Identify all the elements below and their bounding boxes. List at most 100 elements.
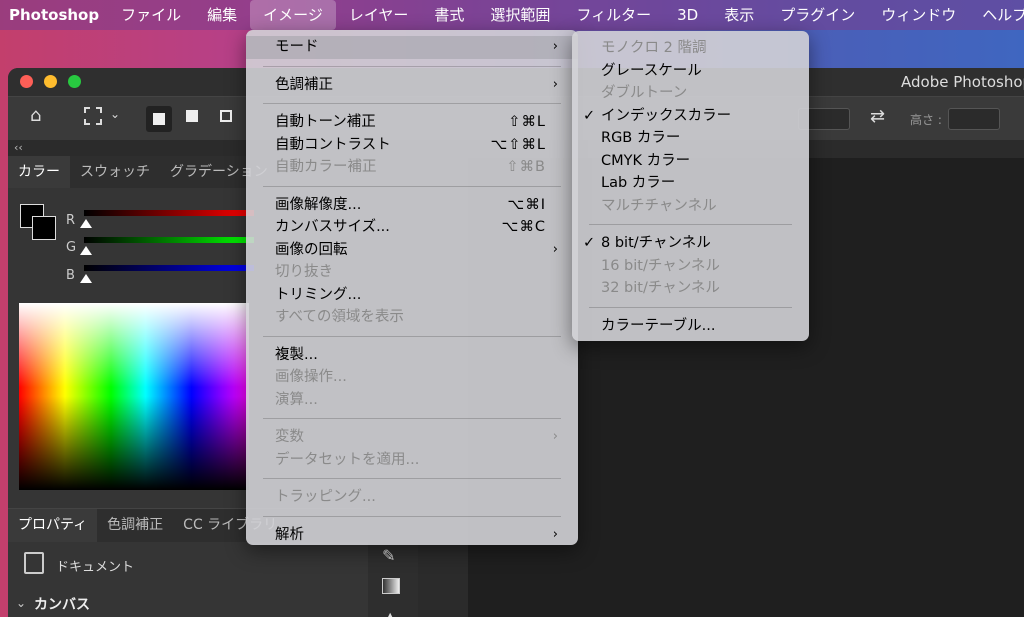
new-selection-icon[interactable] (146, 106, 172, 132)
swap-icon[interactable]: ⇄ (870, 106, 885, 127)
color-panel-tabs: カラー スウォッチ グラデーション (8, 156, 268, 188)
menu-help[interactable]: ヘルプ (969, 0, 1024, 30)
red-slider-thumb[interactable] (80, 219, 92, 228)
mode-menu-item[interactable]: CMYK カラー (572, 150, 809, 173)
image-menu-item[interactable]: モード › (246, 36, 578, 59)
mode-menu-item[interactable]: ✓ 8 bit/チャンネル (572, 232, 809, 255)
chevron-down-icon[interactable]: ⌄ (16, 596, 26, 610)
menu-select[interactable]: 選択範囲 (477, 0, 563, 30)
mode-menu-item-label: 8 bit/チャンネル (601, 235, 711, 251)
image-menu-item-label: 切り抜き (275, 264, 333, 280)
tab-adjustments[interactable]: 色調補正 (97, 509, 173, 542)
image-menu-item: すべての領域を表示 (246, 306, 578, 329)
image-menu-item[interactable]: 解析 › (246, 524, 578, 547)
zoom-icon[interactable] (68, 75, 81, 88)
image-menu-item-label: 色調補正 (275, 76, 333, 93)
menu-image[interactable]: イメージ (250, 0, 336, 30)
image-menu-item[interactable]: 複製... (246, 344, 578, 367)
close-icon[interactable] (20, 75, 33, 88)
square-glyph (153, 113, 165, 125)
tab-properties[interactable]: プロパティ (8, 509, 98, 542)
mode-menu-item: 32 bit/チャンネル (572, 277, 809, 300)
collapse-panels-icon[interactable]: ‹‹ (14, 141, 23, 154)
menu-plugins[interactable]: プラグイン (767, 0, 868, 30)
menu-separator (263, 335, 561, 337)
minimize-icon[interactable] (44, 75, 57, 88)
menu-separator (263, 103, 561, 104)
mode-menu-item-label: 32 bit/チャンネル (601, 280, 720, 296)
eraser-icon[interactable]: ✎ (382, 546, 395, 565)
image-menu-item[interactable]: トリミング... (246, 284, 578, 307)
menu-separator (263, 515, 561, 517)
mode-menu-item[interactable]: グレースケール (572, 60, 809, 83)
home-icon[interactable]: ⌂ (30, 105, 41, 126)
image-menu-item-label: すべての領域を表示 (275, 309, 404, 325)
checkmark-icon: ✓ (583, 235, 596, 251)
mode-menu-item[interactable]: ✓ インデックスカラー (572, 105, 809, 128)
image-menu-item: 変数 › (246, 426, 578, 449)
image-menu-item-label: 演算... (275, 391, 318, 408)
menu-type[interactable]: 書式 (421, 0, 477, 30)
mode-menu-item[interactable]: カラーテーブル... (572, 315, 809, 338)
image-menu-item-label: 自動カラー補正 (275, 159, 377, 175)
image-menu-item: 演算... (246, 389, 578, 412)
image-menu-item-label: 複製... (275, 346, 318, 363)
mode-menu-item: モノクロ 2 階調 (572, 37, 809, 60)
red-slider[interactable] (84, 210, 254, 216)
image-menu-item-label: トリミング... (275, 286, 362, 303)
mode-menu-item-label: インデックスカラー (601, 107, 732, 124)
image-menu-item[interactable]: 自動トーン補正 ⇧⌘L (246, 111, 578, 134)
height-field[interactable] (948, 108, 1000, 130)
window-title: Adobe Photoshop (901, 73, 1024, 91)
menu-3d[interactable]: 3D (664, 0, 711, 30)
mode-menu-item[interactable]: Lab カラー (572, 172, 809, 195)
add-selection-icon[interactable] (186, 110, 198, 122)
subtract-selection-icon[interactable] (220, 110, 232, 122)
mode-menu-item[interactable]: RGB カラー (572, 127, 809, 150)
gradient-icon[interactable] (382, 578, 400, 594)
shortcut-label: ⌥⇧⌘L (490, 136, 546, 153)
image-menu-item: 自動カラー補正 ⇧⌘B (246, 156, 578, 179)
menu-file[interactable]: ファイル (108, 0, 194, 30)
chevron-down-icon[interactable]: ⌄ (110, 107, 120, 121)
image-menu-item[interactable]: 色調補正 › (246, 74, 578, 97)
image-menu-item[interactable]: 画像解像度... ⌥⌘I (246, 194, 578, 217)
shortcut-label: ⌥⌘I (507, 196, 546, 213)
menu-filter[interactable]: フィルター (563, 0, 664, 30)
tab-color[interactable]: カラー (8, 156, 70, 188)
menubar: Photoshop ファイル 編集 イメージ レイヤー 書式 選択範囲 フィルタ… (0, 0, 1024, 30)
green-slider-thumb[interactable] (80, 246, 92, 255)
mode-menu-item-label: モノクロ 2 階調 (601, 40, 707, 56)
menu-window[interactable]: ウィンドウ (868, 0, 969, 30)
marquee-icon[interactable] (84, 107, 102, 125)
image-menu-item-label: 変数 (275, 429, 304, 445)
menu-edit[interactable]: 編集 (194, 0, 250, 30)
image-menu: モード › 色調補正 › 自動トーン補正 ⇧⌘L 自動コントラスト ⌥⇧⌘L 自動カラー補正 ⇧⌘… (246, 30, 578, 545)
image-menu-item-label: 自動コントラスト (275, 136, 391, 153)
tab-swatches[interactable]: スウォッチ (70, 156, 160, 188)
image-menu-item: トラッピング... (246, 486, 578, 509)
menu-layer[interactable]: レイヤー (336, 0, 422, 30)
channel-label-b: B (66, 268, 75, 283)
canvas-section-header[interactable]: カンバス (34, 594, 90, 614)
image-menu-item: 切り抜き (246, 261, 578, 284)
menu-view[interactable]: 表示 (711, 0, 767, 30)
mode-menu-item: ダブルトーン (572, 82, 809, 105)
background-color-swatch[interactable] (32, 216, 56, 240)
image-menu-item[interactable]: 自動コントラスト ⌥⇧⌘L (246, 134, 578, 157)
chevron-right-icon: › (552, 526, 558, 542)
image-menu-item-label: 画像の回転 (275, 241, 348, 258)
app-menu[interactable]: Photoshop (0, 6, 108, 24)
image-menu-item-label: 画像解像度... (275, 196, 362, 213)
menu-separator (263, 418, 561, 419)
blue-slider-thumb[interactable] (80, 274, 92, 283)
green-slider[interactable] (84, 237, 254, 243)
image-menu-item[interactable]: 画像の回転 › (246, 239, 578, 262)
shortcut-label: ⇧⌘B (506, 159, 546, 175)
image-menu-item[interactable]: カンバスサイズ... ⌥⌘C (246, 216, 578, 239)
menu-separator (263, 65, 561, 67)
mode-menu-item-label: ダブルトーン (601, 85, 688, 101)
blue-slider[interactable] (84, 265, 254, 271)
paint-bucket-icon[interactable]: ▲ (384, 608, 396, 617)
color-spectrum[interactable] (19, 303, 249, 490)
